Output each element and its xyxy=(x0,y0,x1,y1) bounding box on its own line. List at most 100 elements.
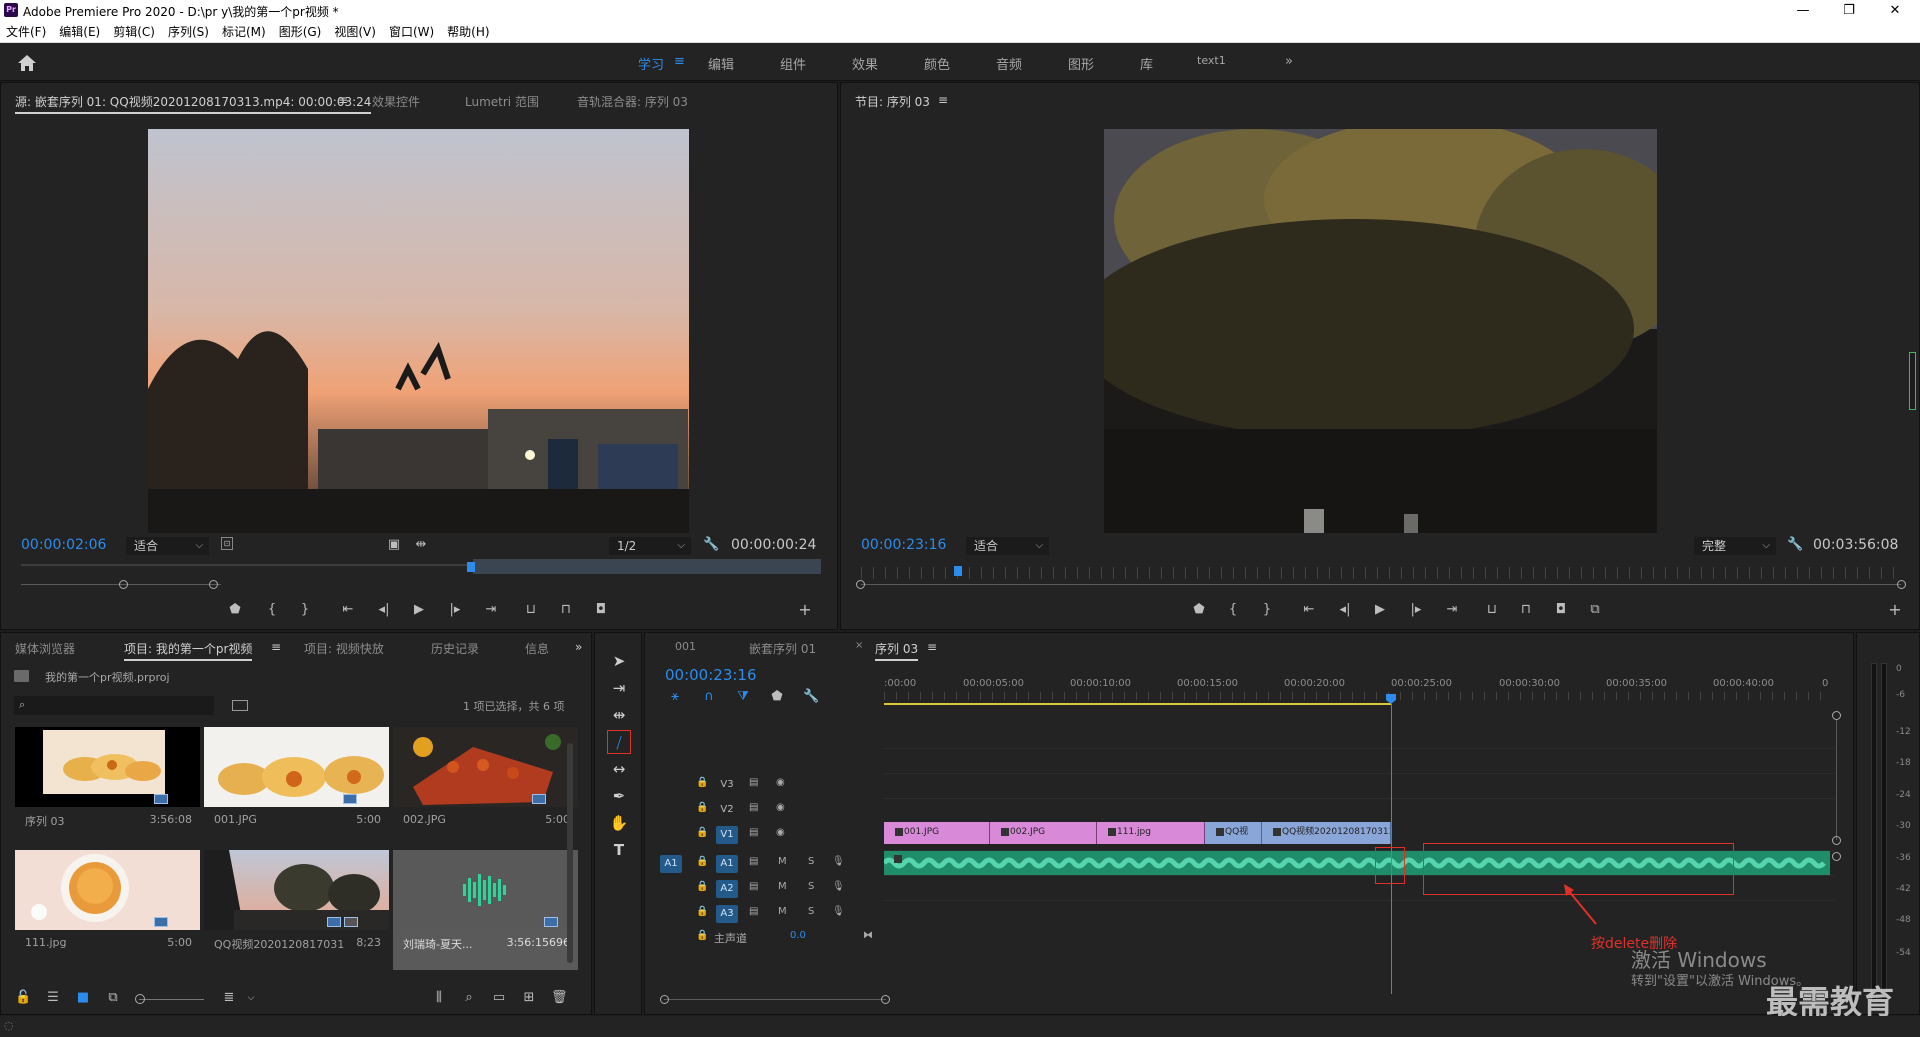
toggle-sync-icon[interactable]: ▤ xyxy=(749,856,758,867)
workspace-text1[interactable]: text1 xyxy=(1197,54,1226,67)
menu-sequence[interactable]: 序列(S) xyxy=(168,23,209,40)
timeline-timecode[interactable]: 00:00:23:16 xyxy=(665,666,757,684)
nest-toggle-icon[interactable]: ⚹ xyxy=(667,689,683,705)
tab-project-speed[interactable]: 项目: 视频快放 xyxy=(304,640,384,657)
project-item-audio-summer[interactable]: 刘瑞琦-夏天... 3:56:15696 xyxy=(393,850,578,970)
program-tab-menu-icon[interactable]: ≡ xyxy=(938,93,948,107)
voice-over-mic-icon[interactable]: 🎙 xyxy=(832,881,845,892)
menu-help[interactable]: 帮助(H) xyxy=(447,23,489,40)
lift-icon[interactable]: ⊔ xyxy=(1484,602,1500,618)
source-playhead-timecode[interactable]: 00:00:02:06 xyxy=(21,537,106,553)
program-quality-dropdown[interactable]: 完整 ⌵ xyxy=(1694,537,1776,555)
pen-tool-icon[interactable]: ✒ xyxy=(607,784,631,808)
voice-over-mic-icon[interactable]: 🎙 xyxy=(832,856,845,867)
source-settings-icon[interactable]: ⊡ xyxy=(221,537,233,550)
maximize-button[interactable]: ❐ xyxy=(1826,1,1872,20)
toggle-sync-icon[interactable]: ▤ xyxy=(749,827,758,838)
play-icon[interactable]: ▶ xyxy=(411,602,427,618)
program-wrench-icon[interactable]: 🔧 xyxy=(1787,537,1803,553)
source-zoom-handle-right[interactable] xyxy=(209,580,218,589)
work-area-bar[interactable] xyxy=(884,703,1391,705)
toggle-output-eye-icon[interactable]: ◉ xyxy=(776,802,785,813)
go-to-out-icon[interactable]: ⇥ xyxy=(483,602,499,618)
solo-button[interactable]: S xyxy=(808,856,814,867)
tab-effect-controls[interactable]: 效果控件 xyxy=(372,93,420,110)
program-mark-out-icon[interactable]: } xyxy=(1259,602,1275,618)
timeline-clip-001-jpg[interactable]: 001.JPG xyxy=(884,822,990,844)
project-item-001-jpg[interactable]: 001.JPG 5:00 xyxy=(204,727,389,847)
menu-edit[interactable]: 编辑(E) xyxy=(59,23,100,40)
source-patch-label[interactable]: A1 xyxy=(660,855,682,873)
project-item-002-jpg[interactable]: 002.JPG 5:00 xyxy=(393,727,578,847)
snap-icon[interactable]: ∩ xyxy=(701,689,717,705)
icon-view-icon[interactable]: ■ xyxy=(75,990,91,1006)
workspace-graphics[interactable]: 图形 xyxy=(1068,54,1094,73)
v-scroll-handle-audio[interactable] xyxy=(1832,852,1841,861)
solo-button[interactable]: S xyxy=(808,906,814,917)
source-in-out-range[interactable] xyxy=(473,559,821,574)
workspace-effects[interactable]: 效果 xyxy=(852,54,878,73)
menu-clip[interactable]: 剪辑(C) xyxy=(113,23,155,40)
lock-track-icon[interactable]: 🔒 xyxy=(696,930,708,941)
toggle-sync-icon[interactable]: ▤ xyxy=(749,777,758,788)
workspace-color[interactable]: 颜色 xyxy=(924,54,950,73)
razor-tool-icon[interactable]: ⧸ xyxy=(607,730,631,754)
tab-sequence-03[interactable]: 序列 03 xyxy=(875,640,919,661)
tab-media-browser[interactable]: 媒体浏览器 xyxy=(15,640,75,657)
h-scroll-track[interactable] xyxy=(664,999,886,1000)
extract-icon[interactable]: ⊓ xyxy=(1518,602,1534,618)
track-label[interactable]: V3 xyxy=(716,776,738,794)
workspace-assembly[interactable]: 组件 xyxy=(780,54,806,73)
toggle-sync-icon[interactable]: ▤ xyxy=(749,881,758,892)
program-play-icon[interactable]: ▶ xyxy=(1372,602,1388,618)
slip-tool-icon[interactable]: ↔ xyxy=(607,757,631,781)
timeline-clip-111-jpg[interactable]: 111.jpg xyxy=(1097,822,1205,844)
source-playhead[interactable] xyxy=(467,562,475,572)
lock-track-icon[interactable]: 🔒 xyxy=(696,777,708,788)
thumbnail-size-handle[interactable] xyxy=(135,994,145,1004)
program-playhead[interactable] xyxy=(954,566,962,576)
workspace-more-icon[interactable]: » xyxy=(1285,54,1293,69)
track-label[interactable]: A1 xyxy=(716,855,738,873)
tab-audio-track-mixer[interactable]: 音轨混合器: 序列 03 xyxy=(577,93,688,110)
tab-nested-sequence-01[interactable]: 嵌套序列 01 xyxy=(749,640,816,657)
lock-track-icon[interactable]: 🔒 xyxy=(696,881,708,892)
lock-track-icon[interactable]: 🔒 xyxy=(696,827,708,838)
program-playhead-timecode[interactable]: 00:00:23:16 xyxy=(861,537,946,553)
timeline-settings-wrench-icon[interactable]: 🔧 xyxy=(803,689,819,705)
program-go-to-in-icon[interactable]: ⇤ xyxy=(1301,602,1317,618)
go-to-in-icon[interactable]: ⇤ xyxy=(340,602,356,618)
toggle-sync-icon[interactable]: ▤ xyxy=(749,802,758,813)
program-edge-scroll[interactable] xyxy=(1909,352,1916,410)
tab-program[interactable]: 节目: 序列 03 xyxy=(855,93,930,112)
timeline-add-marker-icon[interactable]: ⬟ xyxy=(769,689,785,705)
selection-tool-icon[interactable]: ➤ xyxy=(607,649,631,673)
lock-icon[interactable]: 🔓 xyxy=(15,990,31,1006)
step-back-icon[interactable]: ◂| xyxy=(376,602,392,618)
track-label[interactable]: A2 xyxy=(716,880,738,898)
tab-info[interactable]: 信息 xyxy=(525,640,549,657)
timeline-time-ruler[interactable] xyxy=(884,692,1829,700)
toggle-output-eye-icon[interactable]: ◉ xyxy=(776,827,785,838)
add-marker-icon[interactable]: ⬟ xyxy=(227,602,243,618)
freeform-view-icon[interactable]: ⧉ xyxy=(105,990,121,1006)
menu-graphics[interactable]: 图形(G) xyxy=(279,23,322,40)
workspace-editing[interactable]: 编辑 xyxy=(708,54,734,73)
v-scroll-track-video[interactable] xyxy=(1836,720,1837,840)
h-scroll-handle-right[interactable] xyxy=(881,995,890,1004)
project-scrollbar[interactable] xyxy=(567,743,573,963)
workspace-menu-icon[interactable]: ≡ xyxy=(674,54,685,69)
automate-to-sequence-icon[interactable]: ⫼ xyxy=(431,990,447,1006)
tab-history[interactable]: 历史记录 xyxy=(431,640,479,657)
close-button[interactable]: ✕ xyxy=(1872,1,1918,20)
source-wrench-icon[interactable]: 🔧 xyxy=(703,537,719,553)
lock-track-icon[interactable]: 🔒 xyxy=(696,802,708,813)
go-to-end-icon[interactable]: ⧓ xyxy=(863,930,873,941)
voice-over-mic-icon[interactable]: 🎙 xyxy=(832,906,845,917)
workspace-learning[interactable]: 学习 xyxy=(638,54,664,73)
project-item-qq-video[interactable]: QQ视频20201208170313... 8;23 xyxy=(204,850,389,970)
source-add-button-icon[interactable]: + xyxy=(797,602,813,618)
program-add-button-icon[interactable]: + xyxy=(1887,602,1903,618)
menu-markers[interactable]: 标记(M) xyxy=(222,23,266,40)
track-label[interactable]: V2 xyxy=(716,801,738,819)
